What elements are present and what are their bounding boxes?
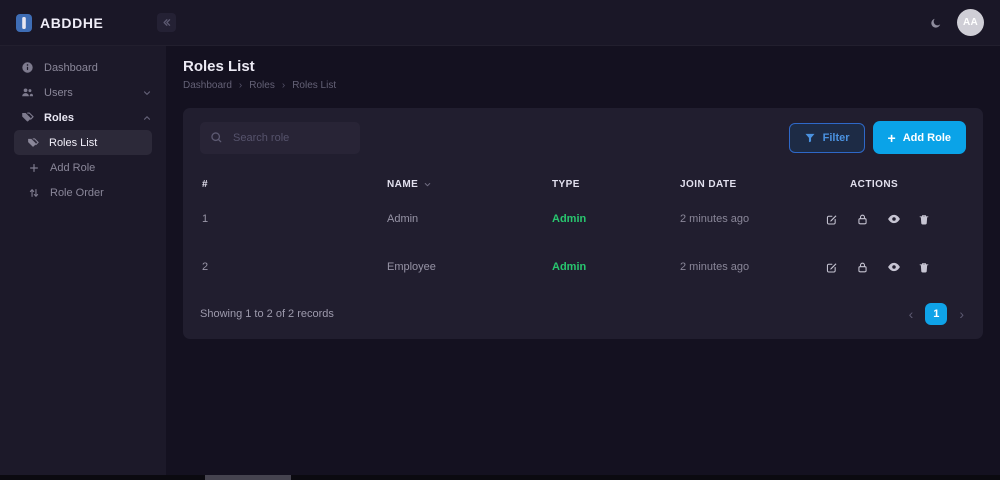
edit-role-button[interactable] [825,212,839,226]
eye-icon [887,260,901,274]
breadcrumb-separator: › [238,80,243,91]
sidebar-item-label: Role Order [50,186,104,199]
sidebar-item-label: Add Role [50,161,96,174]
brand-name: ABDDHE [40,14,104,31]
delete-role-button[interactable] [918,212,932,226]
sort-order-icon [28,187,40,199]
trash-icon [918,261,932,274]
plus-icon [28,162,40,174]
cell-number: 1 [202,213,209,225]
sidebar-item-add-role[interactable]: Add Role [0,155,166,180]
horizontal-scrollbar [0,475,1000,480]
roles-list-icon [27,137,39,149]
sidebar-item-label: Dashboard [44,61,98,74]
sidebar-item-roles[interactable]: Roles [0,105,166,130]
sidebar-item-role-order[interactable]: Role Order [0,180,166,205]
cell-name: Employee [387,261,436,273]
toolbar-buttons: Filter + Add Role [788,121,966,154]
sidebar-toggle-button[interactable] [157,13,176,32]
sidebar-item-roles-list[interactable]: Roles List [14,130,152,155]
cell-name: Admin [387,213,419,225]
pagination-prev-button[interactable]: ‹ [909,307,914,321]
brand[interactable]: ABDDHE [0,13,166,33]
avatar[interactable]: AA [957,9,984,36]
sidebar-item-label: Users [44,86,73,99]
cell-join-date: 2 minutes ago [680,261,750,273]
row-actions [825,212,966,226]
view-role-button[interactable] [887,260,901,274]
topbar-actions: AA [930,9,1000,36]
chevron-down-icon [142,88,152,98]
table-row: 2 Employee Admin 2 minutes ago [200,243,966,291]
breadcrumb-roles-list: Roles List [292,80,337,91]
filter-button[interactable]: Filter [788,122,865,153]
dashboard-icon [21,61,34,74]
breadcrumb-dashboard[interactable]: Dashboard [183,80,232,91]
column-header-name[interactable]: NAME [387,179,552,190]
plus-icon: + [887,129,896,146]
breadcrumb: Dashboard › Roles › Roles List [183,80,983,91]
edit-role-button[interactable] [825,260,839,274]
delete-role-button[interactable] [918,260,932,274]
page-title: Roles List [183,58,255,75]
lock-icon [856,261,870,274]
topbar: ABDDHE AA [0,0,1000,46]
column-header-join-date: JOIN DATE [680,178,737,190]
filter-button-label: Filter [822,131,850,144]
main-content: Roles List Dashboard › Roles › Roles Lis… [166,46,1000,475]
lock-role-button[interactable] [856,260,870,274]
app-shell: Dashboard Users Roles Roles List Add Rol… [0,46,1000,475]
search-box [200,121,360,154]
view-role-button[interactable] [887,212,901,226]
sidebar: Dashboard Users Roles Roles List Add Rol… [0,46,166,475]
search-input[interactable] [231,130,350,145]
search-icon [210,131,223,144]
chevron-up-icon [142,113,152,123]
table-row: 1 Admin Admin 2 minutes ago [200,195,966,243]
cell-join-date: 2 minutes ago [680,213,750,225]
pagination: ‹ 1 › [909,303,966,325]
card-toolbar: Filter + Add Role [200,121,966,154]
records-summary: Showing 1 to 2 of 2 records [200,308,334,320]
sidebar-item-users[interactable]: Users [0,80,166,105]
scrollbar-thumb[interactable] [205,475,291,480]
cell-number: 2 [202,261,209,273]
sidebar-item-label: Roles [44,111,74,124]
cell-type: Admin [552,213,587,225]
column-header-type: TYPE [552,178,580,190]
lock-role-button[interactable] [856,212,870,226]
add-role-button[interactable]: + Add Role [872,121,966,154]
roles-table: # NAME TYPE JOIN DATE ACTIONS 1 Admin Ad… [200,173,966,291]
edit-icon [825,261,839,274]
roles-icon [21,111,34,124]
breadcrumb-separator: › [281,80,286,91]
trash-icon [918,213,932,226]
lock-icon [856,213,870,226]
moon-icon [930,17,942,29]
cell-type: Admin [552,261,587,273]
eye-icon [887,212,901,226]
roles-card: Filter + Add Role # NAME [183,108,983,339]
breadcrumb-roles[interactable]: Roles [249,80,275,91]
collapse-icon [161,17,172,28]
sort-chevron-down-icon [423,180,432,189]
brand-logo-icon [15,13,33,33]
pagination-next-button[interactable]: › [959,307,964,321]
column-header-name-label: NAME [387,178,419,190]
theme-toggle-button[interactable] [930,17,942,29]
filter-icon [804,132,816,144]
users-icon [21,86,34,99]
table-header-row: # NAME TYPE JOIN DATE ACTIONS [200,173,966,195]
column-header-number: # [202,178,209,190]
row-actions [825,260,966,274]
column-header-actions: ACTIONS [850,178,899,190]
edit-icon [825,213,839,226]
sidebar-item-dashboard[interactable]: Dashboard [0,55,166,80]
pagination-page-1[interactable]: 1 [925,303,948,325]
sidebar-item-label: Roles List [49,136,98,149]
add-role-button-label: Add Role [902,131,951,144]
table-footer: Showing 1 to 2 of 2 records ‹ 1 › [200,303,966,325]
page-header: Roles List Dashboard › Roles › Roles Lis… [183,58,983,91]
